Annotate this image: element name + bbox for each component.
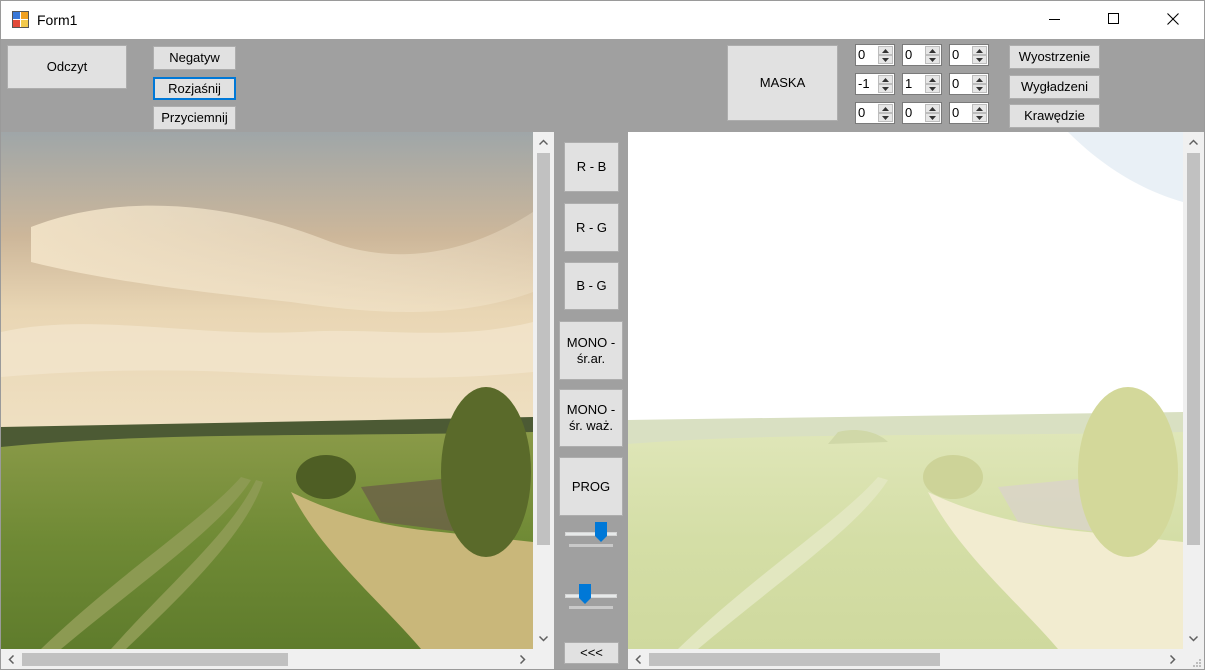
title-bar[interactable]: Form1 [1, 1, 1204, 39]
vertical-scroll-thumb[interactable] [1187, 153, 1200, 545]
spin-buttons[interactable] [925, 75, 940, 93]
scroll-right-button[interactable] [512, 649, 533, 669]
slider-track [565, 594, 617, 598]
slider-thumb[interactable] [579, 584, 591, 604]
size-grip-icon [1193, 659, 1201, 667]
bg-button[interactable]: B - G [564, 262, 619, 310]
threshold-slider[interactable] [561, 520, 621, 556]
minimize-button[interactable] [1027, 1, 1085, 39]
negative-button[interactable]: Negatyw [153, 46, 236, 70]
mono-weighted-button[interactable]: MONO - śr. waż. [559, 389, 623, 447]
scroll-left-button[interactable] [1, 649, 22, 669]
chevron-left-icon [8, 655, 15, 664]
mask-input-r1c2[interactable]: 0 [902, 44, 942, 66]
scroll-down-button[interactable] [1183, 628, 1204, 649]
spin-buttons[interactable] [925, 46, 940, 64]
mask-input-r3c2[interactable]: 0 [902, 102, 942, 124]
slider-thumb[interactable] [595, 522, 607, 542]
slider-track [565, 532, 617, 536]
brighten-button[interactable]: Rozjaśnij [153, 77, 236, 100]
result-horizontal-scrollbar[interactable] [628, 649, 1183, 669]
mask-input-r3c3[interactable]: 0 [949, 102, 989, 124]
sharpen-button[interactable]: Wyostrzenie [1009, 45, 1100, 69]
source-horizontal-scrollbar[interactable] [1, 649, 533, 669]
mask-input-r3c1[interactable]: 0 [855, 102, 895, 124]
mask-input-r1c3[interactable]: 0 [949, 44, 989, 66]
content-area: R - B R - G B - G MONO - śr.ar. MONO - ś… [1, 132, 1204, 669]
app-icon [12, 11, 29, 28]
rb-button[interactable]: R - B [564, 142, 619, 192]
chevron-right-icon [519, 655, 526, 664]
toolbar: Odczyt Negatyw Rozjaśnij Przyciemnij MAS… [1, 39, 1204, 132]
mask-button[interactable]: MASKA [727, 45, 838, 121]
chevron-up-icon [539, 139, 548, 146]
close-button[interactable] [1145, 1, 1203, 39]
result-brightened-image [628, 132, 1183, 649]
horizontal-scroll-thumb[interactable] [649, 653, 940, 666]
window-title: Form1 [37, 12, 78, 28]
chevron-down-icon [539, 635, 548, 642]
spin-buttons[interactable] [878, 75, 893, 93]
spin-buttons[interactable] [925, 104, 940, 122]
horizontal-scroll-thumb[interactable] [22, 653, 288, 666]
darken-button[interactable]: Przyciemnij [153, 106, 236, 130]
spin-buttons[interactable] [878, 46, 893, 64]
source-landscape-image [1, 132, 533, 649]
spin-buttons[interactable] [972, 46, 987, 64]
scroll-left-button[interactable] [628, 649, 649, 669]
chevron-down-icon [1189, 635, 1198, 642]
close-icon [1167, 13, 1179, 25]
secondary-slider[interactable] [561, 582, 621, 618]
chevron-left-icon [635, 655, 642, 664]
scroll-corner [533, 649, 554, 669]
scroll-up-button[interactable] [533, 132, 554, 153]
slider-ticks [569, 544, 613, 547]
size-grip[interactable] [1183, 649, 1204, 669]
spin-buttons[interactable] [972, 75, 987, 93]
spin-buttons[interactable] [972, 104, 987, 122]
slider-ticks [569, 606, 613, 609]
smooth-button[interactable]: Wygładzeni [1009, 75, 1100, 99]
scroll-down-button[interactable] [533, 628, 554, 649]
mask-input-r1c1[interactable]: 0 [855, 44, 895, 66]
maximize-button[interactable] [1086, 1, 1144, 39]
result-vertical-scrollbar[interactable] [1183, 132, 1204, 649]
maximize-icon [1108, 13, 1119, 24]
read-button[interactable]: Odczyt [7, 45, 127, 89]
minimize-icon [1049, 19, 1060, 20]
rg-button[interactable]: R - G [564, 203, 619, 252]
threshold-button[interactable]: PROG [559, 457, 623, 516]
vertical-scroll-thumb[interactable] [537, 153, 550, 545]
main-window: Form1 Odczyt Negatyw Rozjaśnij Przyciemn… [0, 0, 1205, 670]
source-vertical-scrollbar[interactable] [533, 132, 554, 649]
result-image-panel[interactable] [628, 132, 1204, 669]
scroll-up-button[interactable] [1183, 132, 1204, 153]
chevron-up-icon [1189, 139, 1198, 146]
mono-average-button[interactable]: MONO - śr.ar. [559, 321, 623, 380]
back-button[interactable]: <<< [564, 642, 619, 664]
source-image-panel[interactable] [1, 132, 554, 669]
edges-button[interactable]: Krawędzie [1009, 104, 1100, 128]
mask-input-r2c2[interactable]: 1 [902, 73, 942, 95]
mask-input-r2c3[interactable]: 0 [949, 73, 989, 95]
mask-input-r2c1[interactable]: -1 [855, 73, 895, 95]
spin-buttons[interactable] [878, 104, 893, 122]
scroll-right-button[interactable] [1162, 649, 1183, 669]
chevron-right-icon [1169, 655, 1176, 664]
